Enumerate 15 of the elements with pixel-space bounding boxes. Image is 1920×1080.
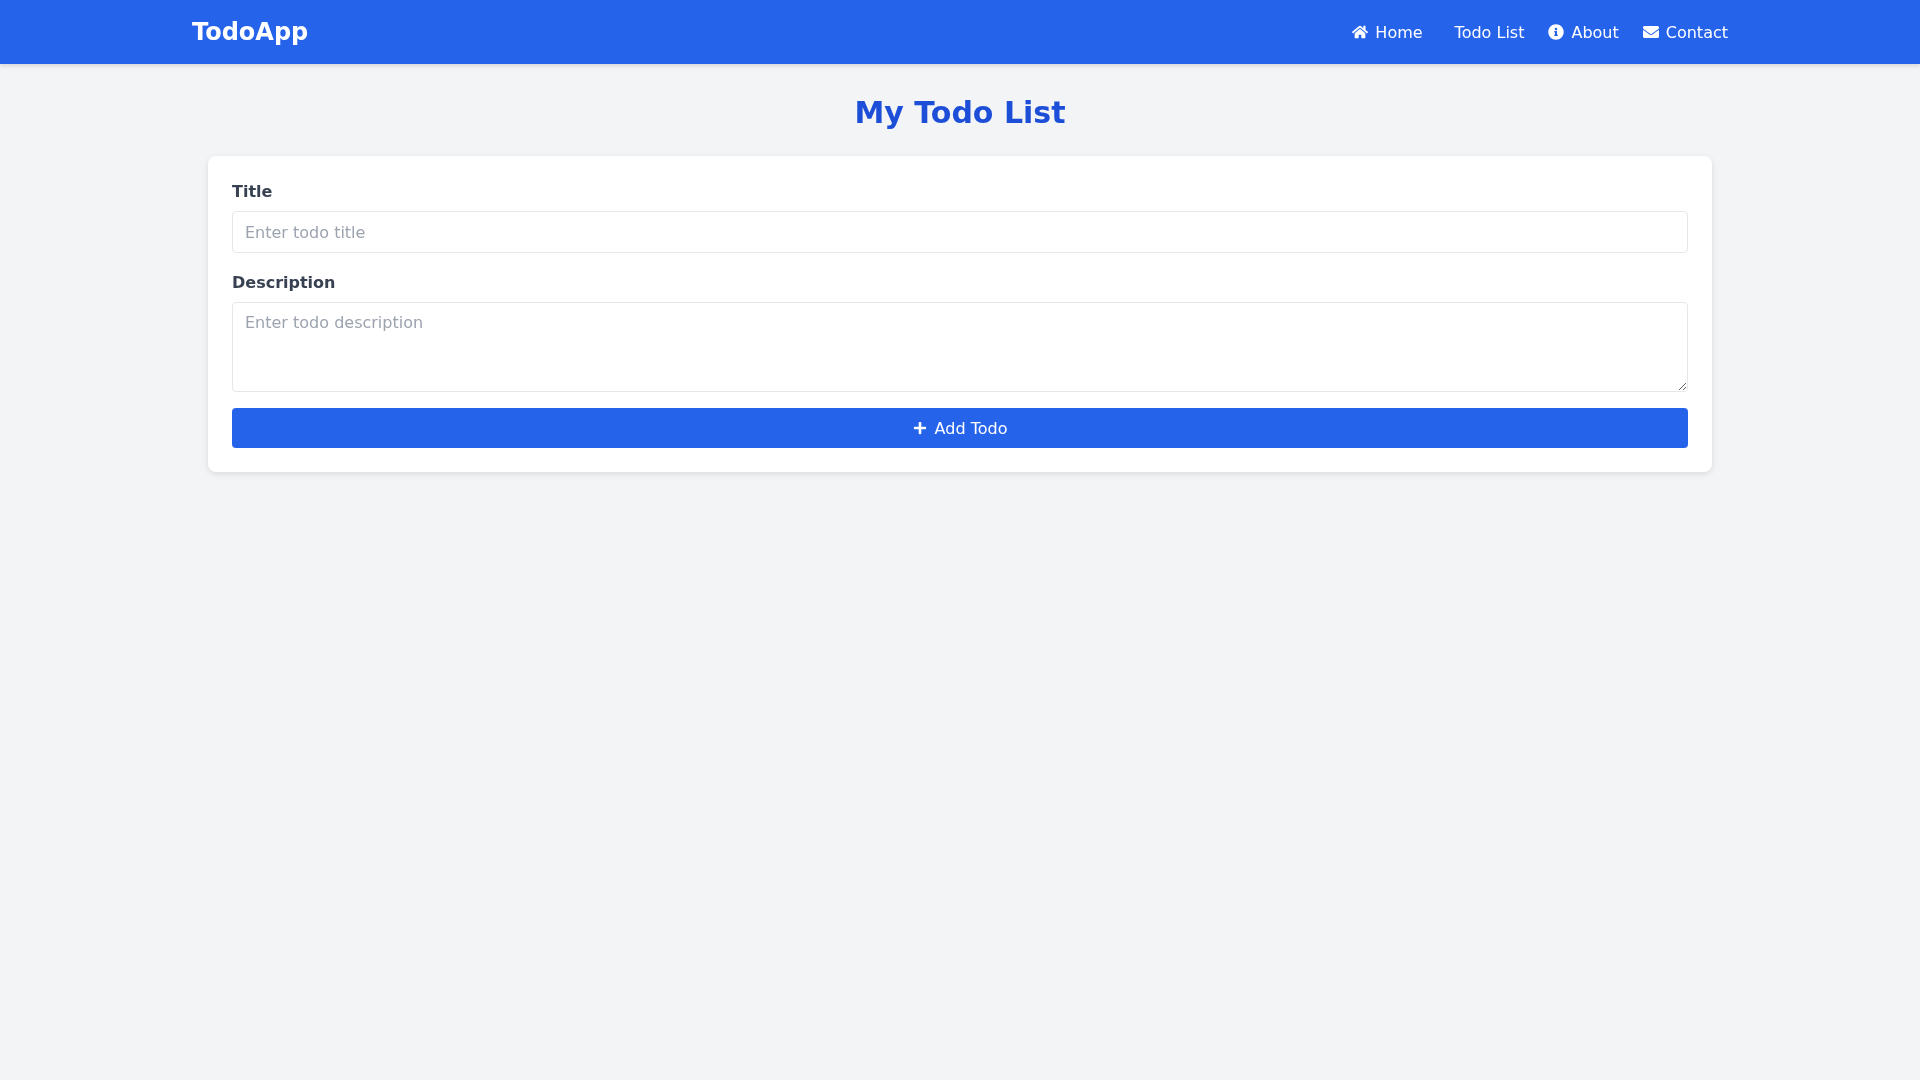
field-label: Description	[232, 273, 336, 292]
nav-link[interactable]: Todo List	[1446, 22, 1525, 42]
envelope-icon	[1642, 24, 1659, 40]
add-todo-button[interactable]: Add Todo	[232, 408, 1688, 448]
nav-link[interactable]: About	[1548, 22, 1619, 42]
page-title: My Todo List	[854, 94, 1066, 132]
home-icon	[1352, 24, 1369, 40]
nav-link[interactable]: Contact	[1642, 22, 1728, 42]
field-label: Title	[232, 182, 273, 201]
plus-icon	[912, 421, 927, 435]
nav-link[interactable]: Home	[1352, 22, 1423, 42]
description-field[interactable]: Enter todo description	[232, 302, 1688, 392]
brand-logo[interactable]: TodoApp	[192, 18, 309, 46]
title-field[interactable]: Enter todo title	[232, 211, 1688, 253]
info-icon	[1548, 24, 1565, 40]
